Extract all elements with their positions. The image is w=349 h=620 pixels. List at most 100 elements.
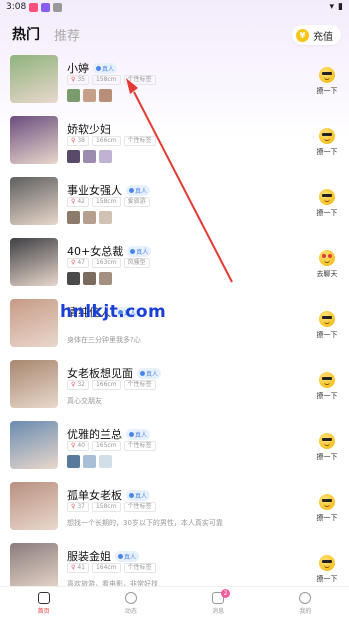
verified-label: 真人 xyxy=(135,492,148,500)
photo-thumbnail[interactable] xyxy=(67,150,80,163)
user-list-item[interactable]: 40+女总裁 真人 ♀ 47 163cm 风骚型 去聊天 xyxy=(0,237,349,298)
app-notification-icon-2 xyxy=(53,2,63,12)
sunglasses-emoji-icon xyxy=(319,555,335,571)
photo-thumbnail[interactable] xyxy=(67,89,80,102)
photo-thumbnail[interactable] xyxy=(99,150,112,163)
height-tag-text: 158cm xyxy=(95,198,117,205)
verified-label: 真人 xyxy=(146,370,159,378)
user-name: 女老板想见面 xyxy=(67,367,133,380)
user-name: 优雅的兰总 xyxy=(67,428,122,441)
chat-action-label: 撩一下 xyxy=(316,331,338,339)
user-avatar[interactable] xyxy=(10,116,58,164)
verified-label: 真人 xyxy=(135,431,148,439)
user-avatar[interactable] xyxy=(10,177,58,225)
chat-action-button[interactable]: 撩一下 xyxy=(315,311,339,340)
tab-hot[interactable]: 热门 xyxy=(12,24,40,44)
personal-tag: 个性标签 xyxy=(123,502,156,512)
user-name-line: 服装金姐 真人 xyxy=(67,548,140,564)
sunglasses-emoji-icon xyxy=(319,128,335,144)
nav-moments[interactable]: 动态 xyxy=(87,587,174,620)
photo-thumbnail[interactable] xyxy=(83,455,96,468)
age-tag-text: 42 xyxy=(77,198,85,205)
wifi-icon: ▾ xyxy=(329,2,335,12)
user-list-item[interactable]: 娇软少妇 ♀ 38 166cm 个性标签 撩一下 xyxy=(0,115,349,176)
verified-badge: 真人 xyxy=(127,245,152,257)
photo-thumbnail[interactable] xyxy=(83,211,96,224)
user-name-line: 优雅的兰总 真人 xyxy=(67,426,151,442)
chat-action-button[interactable]: 撩一下 xyxy=(315,128,339,157)
user-avatar[interactable] xyxy=(10,238,58,286)
verified-icon xyxy=(130,248,136,254)
chat-action-label: 撩一下 xyxy=(316,87,338,95)
chat-action-button[interactable]: 撩一下 xyxy=(315,494,339,523)
user-list-item[interactable]: 清纯佳人 真人 身体在三分钟里我多?心 撩一下 xyxy=(0,298,349,359)
nav-home[interactable]: 首页 xyxy=(0,587,87,620)
sunglasses-emoji-icon xyxy=(319,494,335,510)
nav-messages[interactable]: 2 消息 xyxy=(175,587,262,620)
photo-thumbnail[interactable] xyxy=(99,455,112,468)
chat-action-button[interactable]: 撩一下 xyxy=(315,67,339,96)
nav-moments-label: 动态 xyxy=(124,608,137,615)
age-tag: ♀ 47 xyxy=(67,258,89,268)
chat-action-label: 撩一下 xyxy=(316,514,338,522)
top-header: 热门 推荐 ¥ 充值 xyxy=(0,14,349,54)
chat-action-button[interactable]: 撩一下 xyxy=(315,189,339,218)
chat-action-label: 撩一下 xyxy=(316,453,338,461)
heart-eyes-emoji-icon xyxy=(319,250,335,266)
user-name: 事业女强人 xyxy=(67,184,122,197)
user-description: 身体在三分钟里我多?心 xyxy=(67,336,141,344)
user-avatar[interactable] xyxy=(10,55,58,103)
photo-thumbnail[interactable] xyxy=(67,272,80,285)
verified-badge: 真人 xyxy=(93,62,118,74)
photo-thumbnail[interactable] xyxy=(99,272,112,285)
photo-thumbnail[interactable] xyxy=(67,211,80,224)
photo-thumbnails xyxy=(67,150,112,163)
status-time: 3:08 xyxy=(6,2,27,12)
user-avatar[interactable] xyxy=(10,543,58,591)
user-list-item[interactable]: 优雅的兰总 真人 ♀ 40 165cm 个性标签 撩一下 xyxy=(0,420,349,481)
verified-icon xyxy=(96,65,101,71)
recharge-label: 充值 xyxy=(313,31,333,43)
photo-thumbnail[interactable] xyxy=(83,272,96,285)
personal-tag: 个性标签 xyxy=(123,136,156,146)
tab-recommend[interactable]: 推荐 xyxy=(54,25,80,44)
user-avatar[interactable] xyxy=(10,421,58,469)
user-list-item[interactable]: 孤单女老板 真人 ♀ 37 158cm 个性标签 想找一个长期的，30岁以下的男性，本人真… xyxy=(0,481,349,542)
nav-profile[interactable]: 我的 xyxy=(262,587,349,620)
photo-thumbnail[interactable] xyxy=(83,89,96,102)
user-name-line: 事业女强人 真人 xyxy=(67,182,151,198)
chat-action-button[interactable]: 撩一下 xyxy=(315,433,339,462)
user-list-item[interactable]: 女老板想见面 真人 ♀ 32 166cm 个性标签 真心交朋友 撩一下 xyxy=(0,359,349,420)
nav-profile-label: 我的 xyxy=(299,608,312,615)
verified-label: 真人 xyxy=(102,65,115,73)
photo-thumbnails xyxy=(67,89,112,102)
age-tag: ♀ 41 xyxy=(67,563,89,573)
verified-icon xyxy=(129,431,134,437)
photo-thumbnail[interactable] xyxy=(67,455,80,468)
verified-badge: 真人 xyxy=(126,184,151,196)
height-tag-text: 158cm xyxy=(95,503,117,510)
photo-thumbnail[interactable] xyxy=(83,150,96,163)
verified-label: 真人 xyxy=(124,553,137,561)
chat-action-button[interactable]: 撩一下 xyxy=(315,555,339,584)
status-bar: 3:08 ▾ ▮ xyxy=(0,0,349,14)
recharge-button[interactable]: ¥ 充值 xyxy=(292,25,341,45)
verified-icon xyxy=(129,187,134,193)
personal-tag-text: 个性标签 xyxy=(127,137,152,144)
age-tag-text: 41 xyxy=(77,564,85,571)
battery-icon: ▮ xyxy=(338,2,343,12)
user-tags: ♀ 42 158cm 爱旅游 xyxy=(67,197,150,207)
sunglasses-emoji-icon xyxy=(319,189,335,205)
user-avatar[interactable] xyxy=(10,482,58,530)
photo-thumbnails xyxy=(67,211,112,224)
user-list-item[interactable]: 事业女强人 真人 ♀ 42 158cm 爱旅游 撩一下 xyxy=(0,176,349,237)
chat-action-button[interactable]: 撩一下 xyxy=(315,372,339,401)
user-avatar[interactable] xyxy=(10,360,58,408)
nav-home-label: 首页 xyxy=(37,608,50,615)
chat-action-button[interactable]: 去聊天 xyxy=(315,250,339,279)
user-avatar[interactable] xyxy=(10,299,58,347)
photo-thumbnail[interactable] xyxy=(99,211,112,224)
photo-thumbnail[interactable] xyxy=(99,89,112,102)
height-tag-text: 164cm xyxy=(95,564,117,571)
user-list-item[interactable]: 小婷 真人 ♀ 35 158cm 个性标签 撩一下 xyxy=(0,54,349,115)
